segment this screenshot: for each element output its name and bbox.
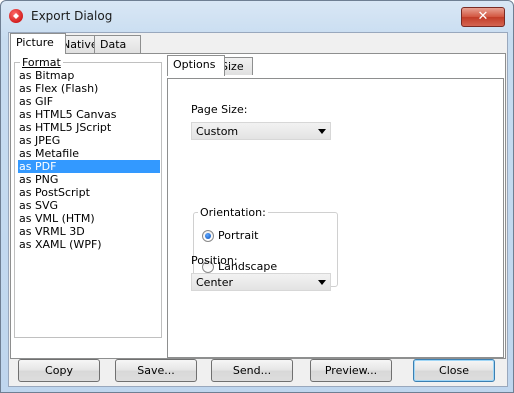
dialog-body: Picture Native Data Format as Bitmap as … bbox=[8, 32, 508, 387]
tab-data-label: Data bbox=[100, 38, 127, 51]
format-item[interactable]: as VRML 3D bbox=[18, 225, 160, 238]
tab-picture[interactable]: Picture bbox=[10, 33, 66, 54]
page-size-value: Custom bbox=[196, 125, 239, 138]
portrait-radio[interactable] bbox=[202, 230, 214, 242]
format-item[interactable]: as Flex (Flash) bbox=[18, 82, 160, 95]
close-button-label: Close bbox=[439, 364, 469, 377]
send-button[interactable]: Send... bbox=[211, 359, 293, 382]
portrait-label[interactable]: Portrait bbox=[218, 229, 258, 242]
format-item[interactable]: as Metafile bbox=[18, 147, 160, 160]
position-value: Center bbox=[196, 276, 234, 289]
format-item[interactable]: as PostScript bbox=[18, 186, 160, 199]
page-size-dropdown[interactable]: Custom bbox=[191, 122, 331, 140]
tab-data[interactable]: Data bbox=[94, 35, 141, 53]
tab-native-label: Native bbox=[62, 38, 98, 51]
send-button-label: Send... bbox=[232, 364, 272, 377]
tab-picture-label: Picture bbox=[16, 36, 54, 49]
preview-button-label: Preview... bbox=[324, 364, 378, 377]
format-item[interactable]: as GIF bbox=[18, 95, 160, 108]
page-size-label: Page Size: bbox=[191, 103, 248, 116]
format-item-selected[interactable]: as PDF bbox=[18, 160, 160, 173]
window-title: Export Dialog bbox=[31, 9, 113, 23]
format-list[interactable]: as Bitmap as Flex (Flash) as GIF as HTML… bbox=[18, 69, 160, 251]
save-button[interactable]: Save... bbox=[115, 359, 197, 382]
position-dropdown[interactable]: Center bbox=[191, 273, 331, 291]
format-item[interactable]: as JPEG bbox=[18, 134, 160, 147]
format-item[interactable]: as VML (HTM) bbox=[18, 212, 160, 225]
tab-options[interactable]: Options bbox=[167, 55, 225, 76]
close-button[interactable]: Close bbox=[413, 359, 495, 382]
format-item[interactable]: as SVG bbox=[18, 199, 160, 212]
chevron-down-icon bbox=[318, 280, 326, 285]
copy-button[interactable]: Copy bbox=[18, 359, 100, 382]
preview-button[interactable]: Preview... bbox=[310, 359, 392, 382]
title-bar[interactable]: Export Dialog ✕ bbox=[1, 1, 513, 31]
format-item[interactable]: as PNG bbox=[18, 173, 160, 186]
save-button-label: Save... bbox=[137, 364, 175, 377]
window-close-button[interactable]: ✕ bbox=[461, 7, 505, 27]
app-icon bbox=[9, 9, 23, 23]
format-legend: Format bbox=[20, 56, 63, 69]
format-group: Format as Bitmap as Flex (Flash) as GIF … bbox=[14, 56, 162, 338]
picture-tab-panel: Format as Bitmap as Flex (Flash) as GIF … bbox=[10, 53, 506, 359]
copy-button-label: Copy bbox=[45, 364, 73, 377]
orientation-legend: Orientation: bbox=[198, 206, 268, 219]
close-icon: ✕ bbox=[477, 9, 489, 24]
format-item[interactable]: as Bitmap bbox=[18, 69, 160, 82]
format-item[interactable]: as HTML5 JScript bbox=[18, 121, 160, 134]
tab-options-label: Options bbox=[173, 58, 216, 71]
format-item[interactable]: as HTML5 Canvas bbox=[18, 108, 160, 121]
chevron-down-icon bbox=[318, 129, 326, 134]
format-item[interactable]: as XAML (WPF) bbox=[18, 238, 160, 251]
export-dialog-window: Export Dialog ✕ Picture Native Data Form… bbox=[0, 0, 514, 393]
options-panel: Page Size: Custom Orientation: Portrait … bbox=[167, 78, 504, 358]
position-label: Position: bbox=[191, 254, 238, 267]
